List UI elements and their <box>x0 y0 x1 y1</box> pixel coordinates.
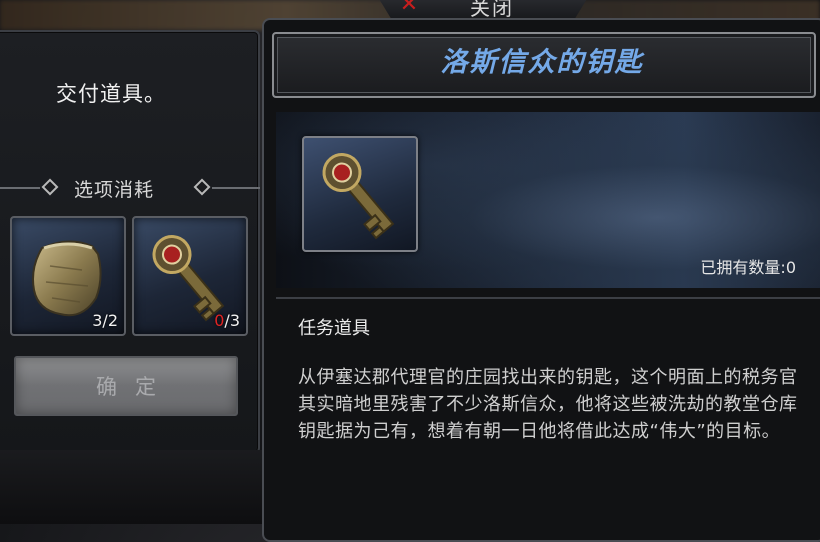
key-icon <box>322 153 395 240</box>
divider <box>276 297 820 299</box>
consume-slot-pouch[interactable]: 3/2 <box>10 216 126 336</box>
close-x-icon[interactable]: ✕ <box>396 0 422 18</box>
slot-count: 3/2 <box>92 311 118 330</box>
item-title: 洛斯信众的钥匙 <box>440 47 644 78</box>
panel-bottom-shade <box>0 450 262 524</box>
slot-count: 0/3 <box>214 311 240 330</box>
owned-count: 已拥有数量:0 <box>700 258 796 277</box>
confirm-button[interactable]: 确定 <box>14 356 238 416</box>
item-icon-frame[interactable] <box>302 136 418 252</box>
consume-label: 选项消耗 <box>74 179 155 201</box>
divider-left-line <box>0 187 40 189</box>
divider-right-line <box>212 187 260 189</box>
deliver-instruction: 交付道具。 <box>56 82 166 106</box>
item-type: 任务道具 <box>298 318 370 339</box>
item-description: 从伊塞达郡代理官的庄园找出来的钥匙，这个明面上的税务官其实暗地里残害了不少洛斯信… <box>298 367 798 442</box>
consume-slot-key[interactable]: 0/3 <box>132 216 248 336</box>
